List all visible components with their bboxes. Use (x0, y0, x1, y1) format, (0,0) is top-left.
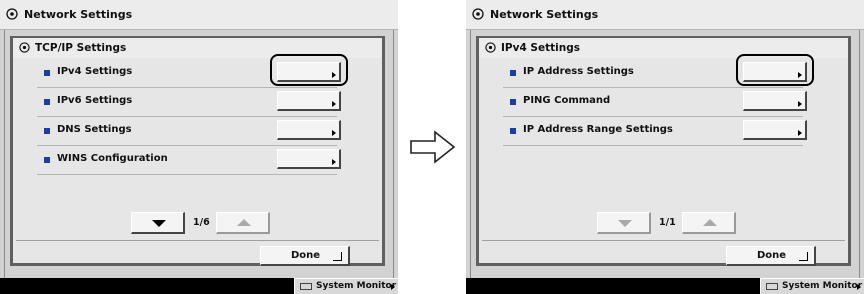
system-monitor-label: System Monitor (782, 281, 863, 291)
left-screen: Network Settings TCP/IP Settings IPv4 Se… (0, 0, 398, 294)
dns-settings-button[interactable] (277, 120, 341, 140)
page-up-button[interactable] (216, 212, 270, 234)
ip-address-range-settings-button[interactable] (743, 120, 807, 140)
enter-icon (333, 252, 342, 261)
arrow-right-icon (332, 72, 336, 78)
done-label: Done (757, 250, 787, 261)
system-monitor-label: System Monitor (316, 281, 397, 291)
frame-line (393, 30, 394, 286)
arrow-right-icon (391, 284, 395, 290)
gear-icon (6, 8, 18, 20)
bullet-icon (44, 70, 50, 76)
done-button[interactable]: Done (260, 246, 350, 266)
gear-icon (472, 8, 484, 20)
bullet-icon (44, 128, 50, 134)
status-bar: System Monitor (466, 278, 864, 294)
bullet-icon (510, 99, 516, 105)
monitor-icon (766, 283, 778, 290)
bullet-icon (44, 99, 50, 105)
page-indicator: 1/1 (659, 217, 676, 228)
ipv4-settings-button[interactable] (277, 62, 341, 82)
window-title: Network Settings (490, 8, 599, 21)
ip-address-settings-button[interactable] (743, 62, 807, 82)
flow-arrow-icon (410, 130, 456, 164)
bullet-icon (510, 128, 516, 134)
divider (16, 240, 379, 241)
page-indicator: 1/6 (193, 217, 210, 228)
arrow-right-icon (332, 130, 336, 136)
arrow-right-icon (332, 159, 336, 165)
page-down-button[interactable] (131, 212, 185, 234)
arrow-right-icon (798, 130, 802, 136)
bullet-icon (510, 70, 516, 76)
ping-command-button[interactable] (743, 91, 807, 111)
arrow-right-icon (857, 284, 861, 290)
item-label: DNS Settings (57, 124, 132, 135)
gear-icon (19, 42, 30, 53)
ipv6-settings-button[interactable] (277, 91, 341, 111)
item-label: IPv6 Settings (57, 95, 133, 106)
item-label: IPv4 Settings (57, 66, 133, 77)
enter-icon (799, 252, 808, 261)
bullet-icon (44, 157, 50, 163)
triangle-down-icon (618, 220, 632, 227)
page-up-button[interactable] (682, 212, 736, 234)
wins-configuration-button[interactable] (277, 149, 341, 169)
triangle-down-icon (152, 220, 166, 227)
list-item[interactable]: PING Command (503, 89, 807, 117)
panel-title: IPv4 Settings (501, 42, 580, 54)
gear-icon (485, 42, 496, 53)
item-label: IP Address Range Settings (523, 124, 673, 135)
list-item[interactable]: DNS Settings (37, 118, 341, 146)
arrow-right-icon (798, 101, 802, 107)
panel-body: IP Address Settings PING Command IP Addr… (479, 54, 848, 266)
item-label: IP Address Settings (523, 66, 634, 77)
window-title: Network Settings (24, 8, 133, 21)
pager: 1/1 (479, 212, 848, 234)
list-item[interactable]: IPv4 Settings (37, 54, 348, 88)
list-item[interactable]: IP Address Settings (503, 54, 814, 88)
triangle-up-icon (703, 219, 717, 226)
arrow-right-icon (332, 101, 336, 107)
window-titlebar: Network Settings (466, 0, 864, 30)
monitor-icon (300, 283, 312, 290)
list-item[interactable]: IPv6 Settings (37, 89, 341, 117)
settings-panel: TCP/IP Settings IPv4 Settings IPv6 Setti… (10, 36, 385, 266)
done-label: Done (291, 250, 321, 261)
list-item[interactable]: WINS Configuration (37, 147, 341, 175)
window-titlebar: Network Settings (0, 0, 398, 30)
pager: 1/6 (13, 212, 382, 234)
done-button[interactable]: Done (726, 246, 816, 266)
triangle-up-icon (237, 219, 251, 226)
divider (482, 240, 845, 241)
system-monitor-button[interactable]: System Monitor (294, 278, 398, 294)
frame-line (4, 30, 5, 286)
frame-line (470, 30, 471, 286)
right-screen: Network Settings IPv4 Settings IP Addres… (466, 0, 864, 294)
system-monitor-button[interactable]: System Monitor (760, 278, 864, 294)
settings-panel: IPv4 Settings IP Address Settings PING C… (476, 36, 851, 266)
arrow-right-icon (798, 72, 802, 78)
frame-line (859, 30, 860, 286)
status-bar: System Monitor (0, 278, 398, 294)
panel-title: TCP/IP Settings (35, 42, 127, 54)
panel-body: IPv4 Settings IPv6 Settings DNS Settings… (13, 54, 382, 266)
item-label: WINS Configuration (57, 153, 168, 164)
list-item[interactable]: IP Address Range Settings (503, 118, 807, 146)
item-label: PING Command (523, 95, 611, 106)
page-down-button[interactable] (597, 212, 651, 234)
